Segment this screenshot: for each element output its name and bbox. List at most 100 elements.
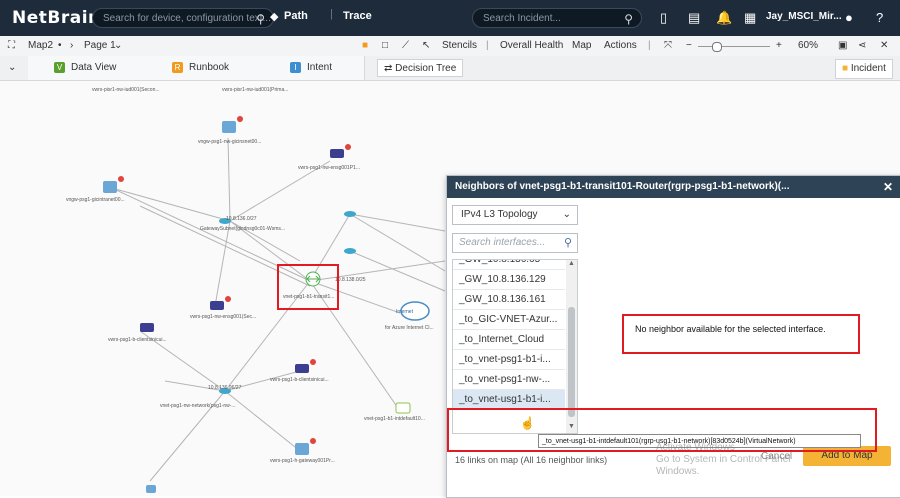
global-search-placeholder: Search for device, configuration text... <box>103 13 271 24</box>
node-label[interactable]: for Azure Internet Cl... <box>385 325 434 331</box>
help-icon[interactable]: ? <box>876 10 883 25</box>
zoom-slider-handle[interactable] <box>712 42 722 52</box>
node-label[interactable]: vwrs-psg1-b-clientsinicui... <box>270 377 329 383</box>
path-button[interactable]: Path <box>284 10 308 22</box>
interface-item[interactable]: _to_GIC-VNET-Azur... <box>453 310 565 330</box>
interface-search-placeholder: Search interfaces... <box>459 237 546 248</box>
save-icon[interactable]: ▣ <box>838 40 847 51</box>
chevron-down-icon[interactable]: ⌄ <box>114 40 122 51</box>
tab-runbook[interactable]: R Runbook <box>172 58 229 78</box>
tab-intent-label: Intent <box>307 62 333 73</box>
scroll-up-icon[interactable]: ▲ <box>568 260 575 267</box>
node-label[interactable]: vwrs-psg1-nw-ensg001(Sec... <box>190 314 256 320</box>
tab-data-view-label: Data View <box>71 62 117 73</box>
top-bar: NetBrain Search for device, configuratio… <box>0 0 900 36</box>
node-label[interactable]: vwrs-pisr1-nw-iud001(Prima... <box>222 87 288 93</box>
interface-item[interactable]: _GW_10.8.136.161 <box>453 290 565 310</box>
search-icon[interactable]: ⚲ <box>256 9 265 29</box>
interface-item[interactable]: _to_vnet-psg1-nw-... <box>453 370 565 390</box>
page-name[interactable]: Page 1 <box>84 40 116 51</box>
mouse-cursor-icon: ☝ <box>520 416 535 430</box>
toolbar-divider: | <box>486 40 489 51</box>
chevron-down-icon: ⌄ <box>562 209 571 220</box>
map-tabbar: ⌄ V Data View R Runbook I Intent ⇄ Decision… <box>0 56 900 81</box>
nav-divider: | <box>330 8 333 20</box>
ip-label: 10.8.138.0/25 <box>335 277 366 283</box>
zoom-slider[interactable] <box>698 46 770 47</box>
windows-watermark: Activate Windows Go to System in Control… <box>656 442 791 478</box>
search-icon[interactable]: ⚲ <box>564 234 572 252</box>
zoom-in-icon[interactable]: + <box>776 40 782 51</box>
node-label[interactable]: vngw-psg1-gicintranet00... <box>66 197 125 203</box>
tab-intent[interactable]: I Intent <box>290 58 332 78</box>
watermark-line: Windows. <box>656 466 700 477</box>
global-search-input[interactable]: Search for device, configuration text...… <box>92 8 274 28</box>
decision-tree-icon: ⇄ <box>384 63 396 74</box>
intent-icon: I <box>290 61 301 73</box>
interface-item[interactable]: _GW_10.8.136.65 <box>453 260 565 270</box>
incident-button[interactable]: ■ Incident <box>835 59 893 79</box>
tab-runbook-label: Runbook <box>189 62 230 73</box>
node-label[interactable]: vwrs-pisr1-nw-iud001(Secon... <box>92 87 160 93</box>
watermark-line: Activate Windows <box>656 442 735 453</box>
interface-search-input[interactable]: Search interfaces... ⚲ <box>452 233 578 253</box>
interface-item-selected[interactable]: _to_vnet-usg1-b1-i... <box>453 390 565 410</box>
watermark-line: Go to System in Control Panel <box>656 454 791 465</box>
overall-health-button[interactable]: Overall Health <box>500 40 563 51</box>
stencils-button[interactable]: Stencils <box>442 40 477 51</box>
node-label[interactable]: vwrs-psg1-h-gateway001Pr... <box>270 458 335 464</box>
note-icon[interactable]: ■ <box>362 40 368 51</box>
node-label[interactable]: vngw-psg1-nw-gicinsnet00... <box>198 139 261 145</box>
highlight-box <box>622 314 860 354</box>
map-name[interactable]: Map2 <box>28 40 53 51</box>
fit-icon[interactable]: ⤧ <box>664 40 672 51</box>
expand-icon[interactable]: ⛶ <box>8 40 15 51</box>
decision-tree-button[interactable]: ⇄ Decision Tree <box>377 59 464 77</box>
node-label[interactable]: vnet-psg1-b1-intdefault10... <box>364 416 425 422</box>
rectangle-icon[interactable]: □ <box>382 40 388 51</box>
actions-menu[interactable]: Actions <box>604 40 637 51</box>
interface-item[interactable]: _to_vnet-psg1-b1-i... <box>453 350 565 370</box>
chevron-right-icon: › <box>70 40 74 51</box>
tab-data-view[interactable]: V Data View <box>54 58 116 78</box>
chat-icon[interactable]: ▤ <box>688 10 700 26</box>
ip-label: 10.8.136.96/27 <box>208 385 242 391</box>
node-label[interactable]: vwrs-psg1-b-clientsinicui... <box>108 337 167 343</box>
interface-item[interactable]: _to_Internet_Cloud <box>453 330 565 350</box>
incident-search-input[interactable]: Search Incident... ⚲ <box>472 8 642 28</box>
interface-item[interactable]: _GW_10.8.136.129 <box>453 270 565 290</box>
incident-search-placeholder: Search Incident... <box>483 13 561 24</box>
highlight-box <box>277 264 339 310</box>
close-icon[interactable]: ✕ <box>883 176 893 198</box>
collapse-icon[interactable]: ⌄ <box>8 58 16 78</box>
line-icon[interactable]: ⟋ <box>402 40 409 51</box>
node-label[interactable]: vnet-psg1-nw-network(psg1-nw-... <box>160 403 236 409</box>
close-icon[interactable]: ✕ <box>880 40 888 51</box>
user-name[interactable]: Jay_MSCI_Mir... <box>766 11 842 22</box>
panel-title: Neighbors of vnet-psg1-b1-transit101-Rou… <box>455 181 790 192</box>
device-icon[interactable]: ▯ <box>660 10 667 26</box>
map-menu[interactable]: Map <box>572 40 591 51</box>
node-label[interactable]: GatewaySubnet(gicdnsg0c01-Wsms... <box>200 226 285 232</box>
pointer-icon[interactable]: ↖ <box>422 40 430 51</box>
trace-button[interactable]: Trace <box>343 10 372 22</box>
topology-select[interactable]: IPv4 L3 Topology ⌄ <box>452 205 578 225</box>
bell-icon[interactable]: 🔔 <box>716 10 732 26</box>
topology-select-value: IPv4 L3 Topology <box>461 209 538 220</box>
decision-tree-label: Decision Tree <box>395 63 457 74</box>
path-icon[interactable]: ◆ <box>270 10 278 23</box>
node-label[interactable]: vwrs-psg1-nw-ensg001P1... <box>298 165 360 171</box>
search-icon[interactable]: ⚲ <box>624 9 633 29</box>
user-avatar-icon[interactable]: ● <box>845 10 853 25</box>
runbook-icon: R <box>172 61 183 73</box>
domain-icon[interactable]: ▦ <box>744 10 756 26</box>
scrollbar-thumb[interactable] <box>568 307 575 417</box>
zoom-out-icon[interactable]: − <box>686 40 692 51</box>
incident-icon: ■ <box>842 63 851 74</box>
map-nodes <box>103 116 430 493</box>
netbrain-logo[interactable]: NetBrain <box>12 8 101 28</box>
panel-header: Neighbors of vnet-psg1-b1-transit101-Rou… <box>447 176 900 198</box>
map-toolbar: ⛶ Map2 • › Page 1 ⌄ ■ □ ⟋ ↖ Stencils | O… <box>0 36 900 57</box>
internet-cloud-label[interactable]: Internet <box>396 309 413 315</box>
share-icon[interactable]: ⋖ <box>858 40 866 51</box>
